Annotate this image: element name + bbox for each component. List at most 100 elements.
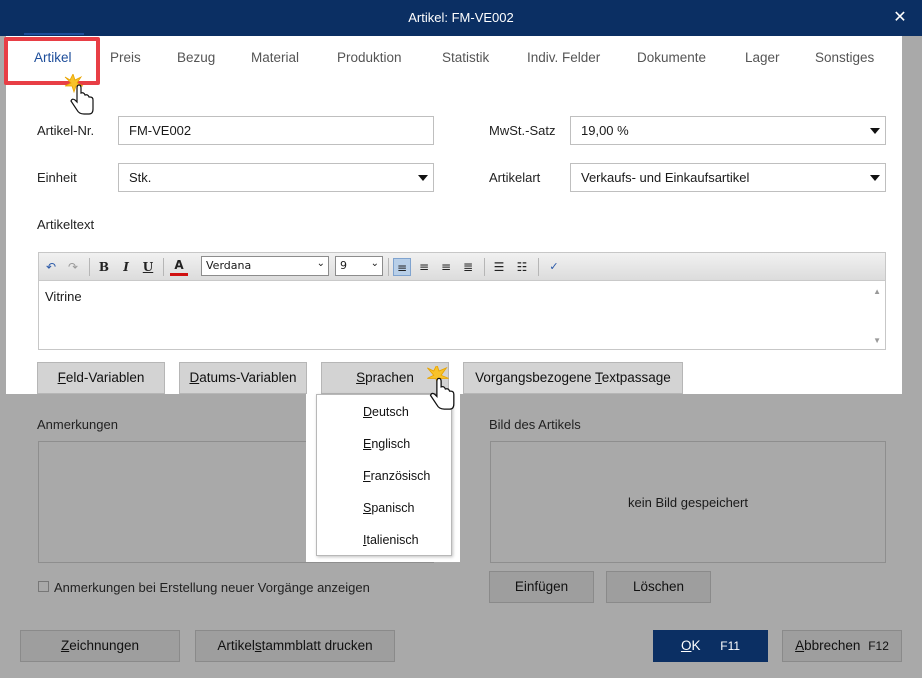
chevron-down-icon [870, 128, 880, 134]
loeschen-button[interactable]: Löschen [606, 571, 711, 603]
menu-item-spanisch[interactable]: Spanisch [363, 501, 414, 515]
toolbar-divider [163, 258, 164, 276]
underline-icon[interactable]: U [139, 258, 157, 276]
font-size-value: 9 [340, 259, 347, 272]
menu-item-franzoesisch[interactable]: Französisch [363, 469, 430, 483]
font-family-value: Verdana [206, 259, 252, 272]
tab-statistik[interactable]: Statistik [442, 50, 489, 65]
kein-bild-text: kein Bild gespeichert [628, 495, 748, 510]
mwst-select[interactable]: 19,00 % [570, 116, 886, 145]
font-size-select[interactable]: 9 ⌄ [335, 256, 383, 276]
spellcheck-icon[interactable]: ✓ [545, 258, 563, 276]
active-tab-indicator [24, 33, 84, 35]
vorgangsbezogene-textpassage-button[interactable]: Vorgangsbezogene Textpassage [463, 362, 683, 394]
einheit-label: Einheit [37, 170, 77, 185]
button-mnemonic: T [595, 370, 602, 385]
scroll-down-icon[interactable]: ▼ [873, 336, 881, 345]
align-left-icon[interactable]: ≡ [393, 258, 411, 276]
toolbar-divider [388, 258, 389, 276]
artikeltext-editor[interactable]: ↶ ↷ B I U A Verdana ⌄ 9 ⌄ ≡ ≡ ≡ ≣ ☰ ☷ ✓ Vi… [38, 252, 886, 350]
tab-sonstiges[interactable]: Sonstiges [815, 50, 874, 65]
numbered-list-icon[interactable]: ☷ [513, 258, 531, 276]
toolbar-divider [484, 258, 485, 276]
bild-label: Bild des Artikels [489, 417, 581, 432]
einfuegen-button[interactable]: Einfügen [489, 571, 594, 603]
menu-item-label: ranzösisch [370, 469, 431, 483]
hand-cursor-icon [64, 74, 94, 115]
einheit-select[interactable]: Stk. [118, 163, 434, 192]
mwst-value: 19,00 % [581, 123, 629, 138]
button-label: atums-Variablen [199, 370, 297, 385]
window-title: Artikel: FM-VE002 [408, 10, 514, 25]
button-mnemonic: s [254, 638, 262, 653]
editor-content[interactable]: Vitrine [45, 289, 82, 304]
anmerkungen-label: Anmerkungen [37, 417, 118, 432]
button-mnemonic: D [189, 370, 200, 385]
tab-indiv-felder[interactable]: Indiv. Felder [527, 50, 600, 65]
menu-item-label: eutsch [372, 405, 409, 419]
title-bar: Artikel: FM-VE002 ✕ [0, 0, 922, 36]
tab-produktion[interactable]: Produktion [337, 50, 402, 65]
italic-icon[interactable]: I [117, 258, 135, 276]
tab-lager[interactable]: Lager [745, 50, 780, 65]
chevron-down-icon: ⌄ [370, 258, 379, 269]
zeichnungen-button[interactable]: Zeichnungen [20, 630, 180, 662]
ok-button[interactable]: OK F11 [653, 630, 768, 662]
toolbar-divider [89, 258, 90, 276]
tab-material[interactable]: Material [251, 50, 299, 65]
tab-bezug[interactable]: Bezug [177, 50, 215, 65]
button-label: eld-Variablen [65, 370, 145, 385]
button-label: eichnungen [69, 638, 140, 653]
button-label: prachen [365, 370, 414, 385]
scroll-up-icon[interactable]: ▲ [873, 287, 881, 296]
artikelnr-label: Artikel-Nr. [37, 123, 95, 138]
align-center-icon[interactable]: ≡ [415, 258, 433, 276]
einheit-value: Stk. [129, 170, 152, 185]
toolbar-divider [538, 258, 539, 276]
abbrechen-button[interactable]: Abbrechen F12 [782, 630, 902, 662]
menu-mnemonic: D [363, 405, 373, 419]
artikelart-value: Verkaufs- und Einkaufsartikel [581, 170, 750, 185]
sprachen-menu: Deutsch Englisch Französisch Spanisch It… [316, 394, 452, 556]
tab-preis[interactable]: Preis [110, 50, 141, 65]
menu-item-italienisch[interactable]: Italienisch [363, 533, 419, 547]
datums-variablen-button[interactable]: Datums-Variablen [179, 362, 307, 394]
close-icon[interactable]: ✕ [878, 0, 922, 36]
feld-variablen-button[interactable]: Feld-Variablen [37, 362, 165, 394]
justify-icon[interactable]: ≣ [459, 258, 477, 276]
bold-icon[interactable]: B [95, 258, 113, 276]
button-label: Vorgangsbezogene [475, 370, 596, 385]
button-label: Artikel [217, 638, 255, 653]
hand-cursor-icon [427, 366, 455, 410]
bullet-list-icon[interactable]: ☰ [490, 258, 508, 276]
redo-icon[interactable]: ↷ [64, 258, 82, 276]
undo-icon[interactable]: ↶ [42, 258, 60, 276]
align-right-icon[interactable]: ≡ [437, 258, 455, 276]
button-label: extpassage [601, 370, 671, 385]
menu-item-label: nglisch [371, 437, 411, 451]
artikelnr-field[interactable]: FM-VE002 [118, 116, 434, 145]
button-label: K [691, 638, 701, 653]
mwst-label: MwSt.-Satz [489, 123, 556, 138]
font-family-select[interactable]: Verdana ⌄ [201, 256, 329, 276]
chevron-down-icon [418, 175, 428, 181]
artikelart-select[interactable]: Verkaufs- und Einkaufsartikel [570, 163, 886, 192]
button-mnemonic: O [680, 638, 692, 653]
chevron-down-icon: ⌄ [316, 258, 325, 269]
artikelstammblatt-drucken-button[interactable]: Artikelstammblatt drucken [195, 630, 395, 662]
editor-toolbar: ↶ ↷ B I U A Verdana ⌄ 9 ⌄ ≡ ≡ ≡ ≣ ☰ ☷ ✓ [39, 253, 885, 281]
menu-item-label: talienisch [366, 533, 419, 547]
button-mnemonic: A [795, 638, 805, 653]
button-mnemonic: Z [60, 638, 70, 653]
artikelart-label: Artikelart [489, 170, 541, 185]
button-label: tammblatt drucken [261, 638, 373, 653]
artikeltext-label: Artikeltext [37, 217, 95, 232]
chevron-down-icon [870, 175, 880, 181]
anmerkungen-checkbox[interactable] [38, 581, 49, 592]
font-color-icon[interactable]: A [170, 258, 188, 276]
checkbox-label: Anmerkungen bei Erstellung neuer Vorgäng… [54, 580, 370, 595]
button-label: bbrechen [804, 638, 861, 653]
menu-item-englisch[interactable]: Englisch [363, 437, 410, 451]
menu-item-deutsch[interactable]: Deutsch [363, 405, 409, 419]
tab-dokumente[interactable]: Dokumente [637, 50, 706, 65]
